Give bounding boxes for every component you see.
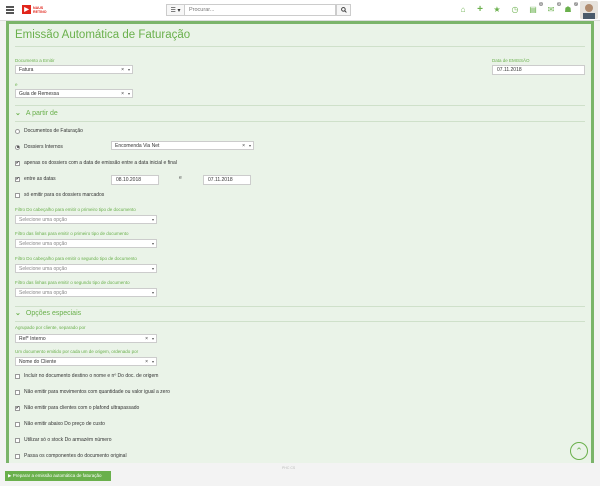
emission-date-field[interactable]: 07.11.2018 [492, 65, 585, 75]
checkbox-icon[interactable] [15, 437, 20, 443]
clear-icon[interactable]: × [242, 143, 245, 149]
docs-badge: 1 [539, 2, 543, 6]
date-label: Data de EMISSÃO [492, 58, 530, 63]
radio-faturacao[interactable]: Documentos de Faturação [15, 128, 83, 134]
check-apenas[interactable]: ✔ apenas os dossiers com a data de emissã… [15, 160, 177, 166]
radio-icon[interactable] [15, 128, 20, 134]
second-doc-select[interactable]: Guia de Remessa × ▾ [15, 89, 133, 98]
clear-icon[interactable]: × [145, 336, 148, 342]
search-scope-dropdown[interactable]: ☰ ▾ [166, 4, 184, 16]
e-label: e [15, 82, 18, 87]
user-avatar-icon [580, 1, 598, 19]
search-icon [340, 7, 347, 13]
mail-badge: 3 [557, 2, 561, 6]
check-stock-armazem[interactable]: Utilizar só o stock Do armazém número [15, 437, 112, 443]
checkbox-icon[interactable] [15, 373, 20, 379]
prepare-emission-button[interactable]: ▶ Preparar a emissão automática de fatur… [5, 471, 111, 481]
check-marcados[interactable]: só emitir para os dossiers marcados [15, 192, 104, 198]
clock-icon[interactable]: ◷ [510, 5, 520, 15]
page-title: Emissão Automática de Faturação [15, 29, 191, 41]
filter-select-3[interactable]: Selecione uma opção ▾ [15, 264, 157, 273]
um-doc-label: Um documento emitido por cada um de orig… [15, 349, 139, 354]
doc-emit-select[interactable]: Fatura × ▾ [15, 65, 133, 74]
chevron-down-icon: ▾ [127, 67, 130, 72]
doc-emit-label: Documento a Emitir [15, 58, 55, 63]
check-preco-custo[interactable]: Não emitir abaixo Do preço de custo [15, 421, 105, 427]
chevron-down-icon: ▾ [248, 143, 251, 148]
docs-icon[interactable]: ▤ 1 [528, 2, 543, 15]
radio-dossiers[interactable]: Dossiers Internos [15, 144, 63, 150]
chevron-down-icon: ▾ [151, 266, 154, 271]
footer-text: PHC CS [282, 466, 296, 470]
main-panel: Emissão Automática de Faturação Document… [6, 21, 594, 463]
agrupado-select[interactable]: Ref* Interno × ▾ [15, 334, 157, 343]
section-a-partir-de[interactable]: ⌄ A partir de [15, 109, 58, 118]
checkbox-icon[interactable] [15, 453, 20, 459]
filter-select-4[interactable]: Selecione uma opção ▾ [15, 288, 157, 297]
plus-icon[interactable]: + [475, 5, 485, 15]
checkbox-icon[interactable] [15, 192, 20, 198]
logo[interactable]: ▶ NAUS RETINO [22, 5, 47, 14]
radio-icon[interactable] [15, 144, 20, 150]
filter-select-1[interactable]: Selecione uma opção ▾ [15, 215, 157, 224]
mail-icon[interactable]: ✉ 3 [546, 2, 561, 15]
chevron-down-icon: ⌄ [15, 110, 21, 117]
scroll-top-button[interactable]: ⌃ [570, 442, 588, 460]
ordenado-select[interactable]: Nome do Cliente × ▾ [15, 357, 157, 366]
chevron-down-icon: ▾ [151, 336, 154, 341]
filter-label-3: Filtro Do cabeçalho para emitir o segund… [15, 256, 137, 261]
chevron-down-icon: ▾ [151, 290, 154, 295]
search-button[interactable] [336, 4, 351, 16]
search-input[interactable] [184, 4, 336, 16]
divider [15, 121, 585, 122]
check-incluir-nome[interactable]: Incluir no documento destino o nome e nº… [15, 373, 158, 379]
star-icon[interactable]: ★ [492, 5, 502, 15]
chevron-down-icon: ▾ [127, 91, 130, 96]
checkbox-icon[interactable] [15, 421, 20, 427]
checkbox-icon[interactable]: ✔ [15, 160, 20, 166]
chevron-down-icon: ⌄ [15, 310, 21, 317]
logo-text-2: RETINO [33, 9, 47, 14]
chevron-down-icon: ▾ [151, 241, 154, 246]
top-bar: ▶ NAUS RETINO ☰ ▾ ⌂ + ★ ◷ ▤1 ✉3 ☗7 [0, 0, 600, 21]
users-badge: 7 [574, 2, 578, 6]
chevron-down-icon: ▾ [151, 359, 154, 364]
clear-icon[interactable]: × [121, 67, 124, 73]
divider [15, 321, 585, 322]
check-plafond[interactable]: ✔ Não emitir para clientes com o plafond … [15, 405, 139, 411]
agrupado-label: Agrupado por cliente, separado por [15, 325, 86, 330]
clear-icon[interactable]: × [145, 359, 148, 365]
divider [15, 105, 585, 106]
check-nao-emitir-zero[interactable]: Não emitir para movimentos com quantidad… [15, 389, 170, 395]
users-icon[interactable]: ☗ 7 [563, 2, 578, 15]
dossiers-select[interactable]: Encomenda Via Net × ▾ [111, 141, 254, 150]
filter-select-2[interactable]: Selecione uma opção ▾ [15, 239, 157, 248]
checkbox-icon[interactable]: ✔ [15, 405, 20, 411]
date-to-field[interactable]: 07.11.2018 [203, 175, 251, 185]
filter-label-2: Filtro das linhas para emitir o primeiro… [15, 231, 129, 236]
menu-icon[interactable] [6, 6, 14, 14]
date-from-field[interactable]: 08.10.2018 [111, 175, 159, 185]
title-divider [15, 46, 585, 47]
e-between-label: e [179, 175, 182, 181]
checkbox-icon[interactable] [15, 389, 20, 395]
filter-label-4: Filtro das linhas para emitir o segundo … [15, 280, 130, 285]
checkbox-icon[interactable]: ✔ [15, 176, 20, 182]
logo-mark-icon: ▶ [22, 5, 31, 14]
chevron-down-icon: ▾ [151, 217, 154, 222]
check-componentes[interactable]: Passa os componentes do documento origin… [15, 453, 127, 459]
section-opcoes-especiais[interactable]: ⌄ Opções especiais [15, 309, 81, 318]
chevron-up-icon: ⌃ [575, 445, 583, 456]
clear-icon[interactable]: × [121, 91, 124, 97]
check-entre-datas[interactable]: ✔ entre as datas [15, 176, 56, 182]
divider [15, 306, 585, 307]
avatar[interactable] [580, 1, 598, 19]
filter-label-1: Filtro Do cabeçalho para emitir o primei… [15, 207, 136, 212]
footer: PHC CS ▶ Preparar a emissão automática d… [0, 463, 600, 486]
home-icon[interactable]: ⌂ [458, 5, 468, 15]
